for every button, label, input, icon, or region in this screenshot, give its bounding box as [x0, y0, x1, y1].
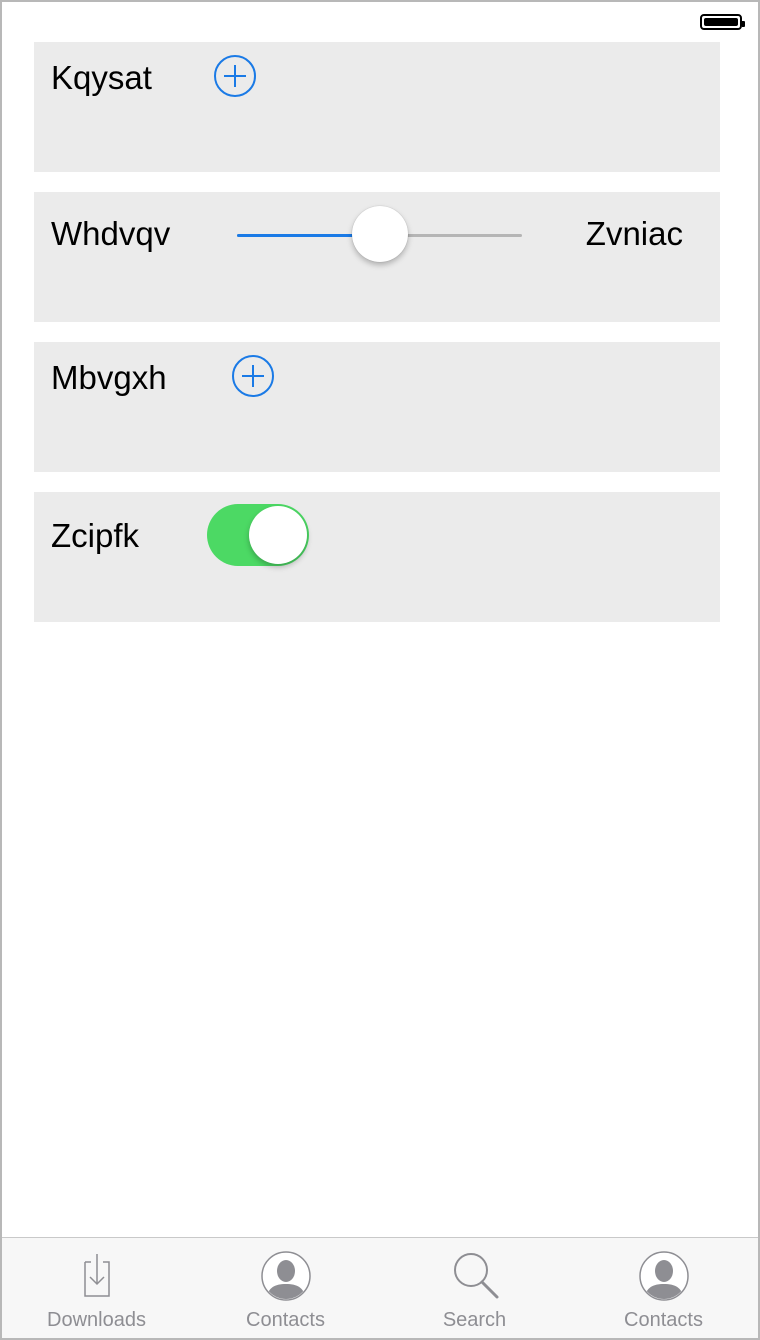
card-label: Mbvgxh	[51, 359, 167, 396]
toggle-knob	[249, 506, 307, 564]
slider-right-label: Zvniac	[585, 215, 683, 252]
search-icon	[453, 1253, 498, 1299]
tab-label: Contacts	[246, 1309, 325, 1331]
tab-label: Search	[442, 1309, 507, 1331]
battery-icon	[700, 14, 745, 30]
contact-icon	[638, 1251, 689, 1301]
card-whdvqv: Whdvqv Zvniac	[34, 192, 720, 322]
phone-screen: Kqysat Whdvqv Zvniac Mbvgxh Zcipfk Downl…	[0, 0, 760, 1340]
download-icon	[83, 1254, 110, 1297]
card-mbvgxh: Mbvgxh	[34, 342, 720, 472]
add-button[interactable]	[214, 55, 256, 97]
tab-contacts-2[interactable]: Contacts	[569, 1238, 758, 1338]
tab-label: Contacts	[624, 1309, 703, 1331]
toggle-switch[interactable]	[207, 504, 309, 566]
slider-track[interactable]	[237, 206, 522, 262]
tab-contacts[interactable]: Contacts	[191, 1238, 380, 1338]
add-button[interactable]	[232, 355, 274, 397]
plus-circle-icon	[224, 65, 246, 87]
tab-bar: Downloads Contacts Search Contacts	[2, 1237, 758, 1338]
tab-search[interactable]: Search	[380, 1238, 569, 1338]
card-label: Kqysat	[51, 59, 152, 96]
status-bar	[2, 2, 758, 42]
plus-circle-icon	[242, 365, 264, 387]
card-label: Whdvqv	[51, 215, 171, 252]
contact-icon	[260, 1251, 311, 1301]
card-label: Zcipfk	[51, 517, 140, 554]
tab-downloads[interactable]: Downloads	[2, 1238, 191, 1338]
slider-thumb[interactable]	[351, 206, 408, 262]
tab-label: Downloads	[47, 1309, 146, 1331]
card-kqysat: Kqysat	[34, 42, 720, 172]
card-zcipfk: Zcipfk	[34, 492, 720, 622]
